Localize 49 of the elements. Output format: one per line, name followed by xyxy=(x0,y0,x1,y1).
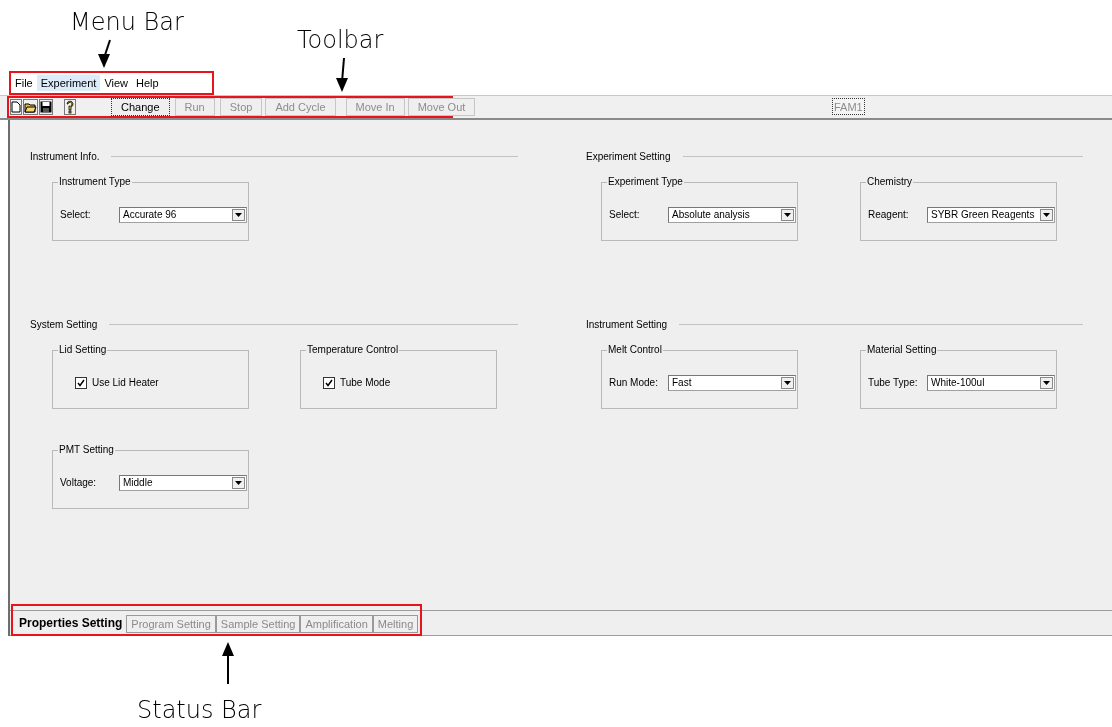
field-label: Reagent: xyxy=(868,209,910,220)
checkbox-label: Use Lid Heater xyxy=(92,377,159,388)
toolbar-button[interactable]: Change xyxy=(111,98,170,116)
menu-item[interactable]: View xyxy=(100,75,133,91)
toolbar-button[interactable] xyxy=(64,99,76,115)
section-title: Instrument Setting xyxy=(586,318,668,330)
section-title: Experiment Setting xyxy=(586,150,671,162)
checkbox-label: Tube Mode xyxy=(340,377,391,388)
new-file-icon xyxy=(11,101,21,113)
dropdown[interactable]: Absolute analysis xyxy=(668,206,796,223)
group-title: PMT Setting xyxy=(58,444,115,455)
folder-icon xyxy=(24,101,37,113)
menu-item[interactable]: Help xyxy=(132,75,163,91)
group-title: Melt Control xyxy=(607,344,663,355)
caret-icon xyxy=(784,212,791,217)
dropdown[interactable]: Middle xyxy=(119,474,247,491)
caret-icon xyxy=(784,380,791,385)
field-label: Select: xyxy=(60,209,92,220)
caret-icon xyxy=(235,480,242,485)
group-title: Chemistry xyxy=(866,176,913,187)
caret-icon xyxy=(235,212,242,217)
checkbox[interactable] xyxy=(75,376,87,389)
group-title: Experiment Type xyxy=(607,176,684,187)
field-label: Select: xyxy=(609,209,641,220)
checkbox[interactable] xyxy=(323,376,335,389)
question-mark-icon xyxy=(65,100,75,114)
section-title: System Setting xyxy=(30,318,98,330)
group-title: Material Setting xyxy=(866,344,938,355)
dropdown[interactable]: Accurate 96 xyxy=(119,206,247,223)
field-label: Run Mode: xyxy=(609,377,659,388)
menu-item[interactable]: File xyxy=(11,75,37,91)
menu-item[interactable]: Experiment xyxy=(36,75,101,91)
toolbar-button[interactable] xyxy=(39,99,53,115)
field-label: Voltage: xyxy=(60,477,98,488)
group-title: Temperature Control xyxy=(306,344,400,355)
annotation-label: Status Bar xyxy=(137,696,262,724)
caret-icon xyxy=(1043,212,1050,217)
caret-icon xyxy=(1043,380,1050,385)
group-title: Lid Setting xyxy=(58,344,108,355)
dropdown[interactable]: White-100ul xyxy=(927,374,1055,391)
annotation-label: Menu Bar xyxy=(70,8,184,36)
dropdown[interactable]: SYBR Green Reagents xyxy=(927,206,1055,223)
field-label: Tube Type: xyxy=(868,377,919,388)
annotation-label: Toolbar xyxy=(297,26,384,54)
toolbar-button[interactable] xyxy=(10,99,22,115)
dropdown[interactable]: Fast xyxy=(668,374,796,391)
section-title: Instrument Info. xyxy=(30,150,100,162)
group-title: Instrument Type xyxy=(58,176,132,187)
toolbar-button[interactable] xyxy=(23,99,38,115)
